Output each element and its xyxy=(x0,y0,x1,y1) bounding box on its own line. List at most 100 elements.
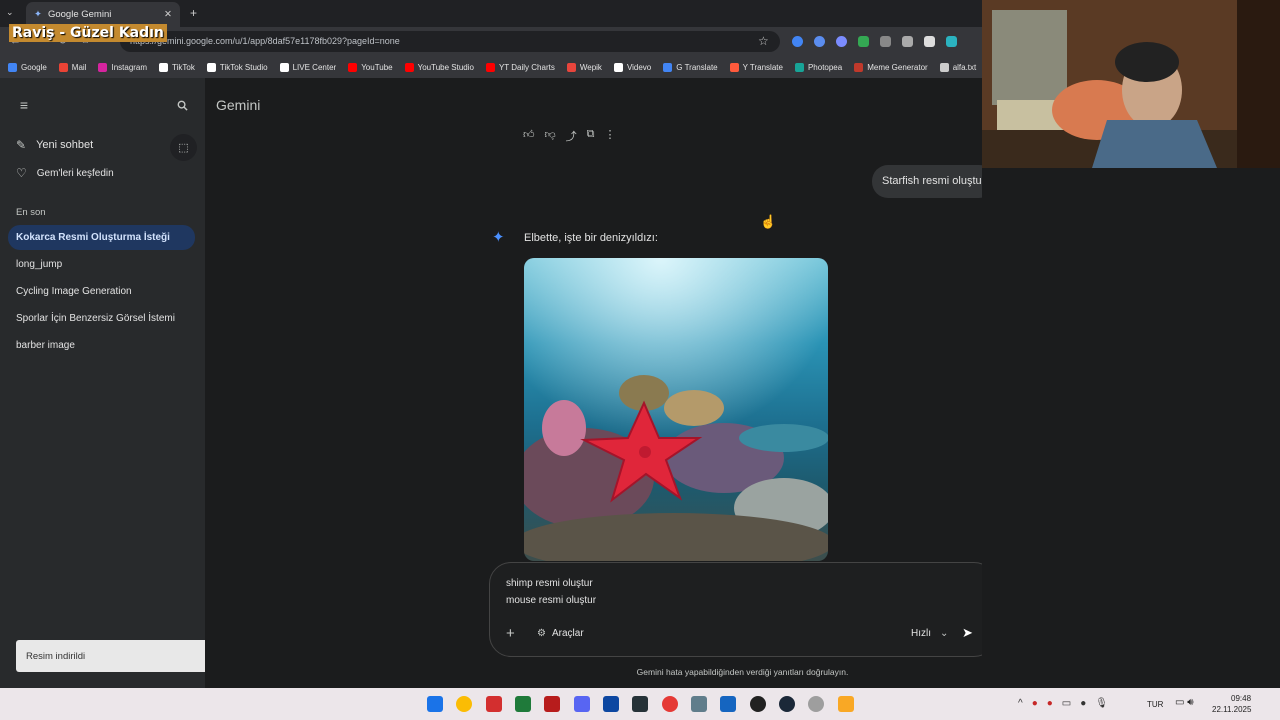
bookmark-label: Instagram xyxy=(111,62,148,72)
bookmark-label: G Translate xyxy=(676,62,718,72)
tools-label: Araçlar xyxy=(551,628,584,639)
bookmark-item[interactable]: Mail xyxy=(58,62,87,72)
app-taskbar-icon-5[interactable] xyxy=(808,696,824,712)
steam-taskbar-icon[interactable] xyxy=(779,696,795,712)
webcam-overlay xyxy=(982,0,1280,168)
bookmark-item[interactable]: Y Translate xyxy=(729,62,783,72)
sidebar-item-barber[interactable]: barber image xyxy=(8,333,195,358)
bookmark-item[interactable]: TikTok Studio xyxy=(206,62,268,72)
bookmark-favicon-icon xyxy=(58,62,68,72)
bookmark-label: Wepik xyxy=(579,62,602,72)
bookmark-item[interactable]: Instagram xyxy=(98,62,148,72)
bookmark-item[interactable]: G Translate xyxy=(663,62,718,72)
vivaldi-taskbar-icon[interactable] xyxy=(486,696,502,712)
clock-time[interactable]: 09:48 xyxy=(1231,694,1251,703)
bookmark-item[interactable]: Wepik xyxy=(566,62,602,72)
bookmark-label: YouTube Studio xyxy=(417,62,474,72)
bookmarks-bar: Google Mail Instagram TikTok TikTok Studio LI… xyxy=(0,56,982,78)
prompt-line-2: mouse resmi oluştur xyxy=(506,595,597,606)
bookmark-item[interactable]: Meme Generator xyxy=(854,62,928,72)
bookmark-label: TikTok xyxy=(172,62,195,72)
clock-date[interactable]: 22.11.2025 xyxy=(1212,705,1251,714)
app-taskbar-icon-2[interactable] xyxy=(603,696,619,712)
bookmark-label: Photopea xyxy=(807,62,843,72)
bookmark-label: alfa.txt xyxy=(952,62,977,72)
bookmark-favicon-icon xyxy=(8,62,17,72)
prompt-input-box[interactable]: shimp resmi oluştur mouse resmi oluştur … xyxy=(489,562,996,657)
thumbs-down-icon[interactable]: 👎︎ xyxy=(545,128,556,144)
sidebar-item-kokarca[interactable]: Kokarca Resmi Oluşturma İsteği xyxy=(8,225,195,250)
bookmark-item[interactable]: YouTube xyxy=(348,62,393,72)
send-button[interactable]: ➤ xyxy=(962,625,973,641)
bookmark-item[interactable]: alfa.txt xyxy=(939,62,977,72)
bookmark-label: Meme Generator xyxy=(867,62,928,72)
recent-heading: En son xyxy=(16,207,46,218)
bookmark-favicon-icon xyxy=(729,62,739,72)
new-tab-icon[interactable]: + xyxy=(190,6,197,20)
tools-button[interactable]: ⚙ Araçlar xyxy=(537,628,584,639)
temporary-chat-icon[interactable]: ⬚ xyxy=(170,134,197,161)
sidebar: ≡ ✎ Yeni sohbet ⬚ ♡ Gem'leri keşfedin En… xyxy=(0,78,205,688)
menu-icon[interactable]: ≡ xyxy=(14,96,34,114)
app-taskbar-icon-1[interactable] xyxy=(515,696,531,712)
edit-icon: ✎ xyxy=(16,138,27,152)
browser-tab-bar: ⌄ ✦ Google Gemini ✕ + xyxy=(0,0,982,27)
sidebar-item-sporlar[interactable]: Sporlar İçin Benzersiz Görsel İstemi xyxy=(8,306,195,331)
extension-icons[interactable] xyxy=(792,36,957,47)
close-tab-icon[interactable]: ✕ xyxy=(164,9,172,20)
file-explorer-taskbar-icon[interactable] xyxy=(838,696,854,712)
share-icon[interactable]: ⤴ xyxy=(566,128,577,144)
bookmark-item[interactable]: Google xyxy=(8,62,47,72)
chrome-taskbar-icon[interactable] xyxy=(456,696,472,712)
gemini-sparkle-icon: ✦ xyxy=(492,229,505,246)
bookmark-item[interactable]: TikTok xyxy=(159,62,195,72)
url-field[interactable]: https://gemini.google.com/u/1/app/8daf57… xyxy=(120,31,780,52)
bookmark-favicon-icon xyxy=(279,62,289,72)
bookmark-label: LIVE Center xyxy=(292,62,337,72)
model-mode-dropdown[interactable]: Hızlı ⌄ xyxy=(911,628,948,639)
bookmark-item[interactable]: LIVE Center xyxy=(279,62,337,72)
right-empty-area xyxy=(982,168,1280,688)
tray-icons[interactable]: ^ ● ● ▭ ● 🎙︎ xyxy=(1018,698,1108,709)
bookmark-label: Mail xyxy=(71,62,87,72)
bookmark-star-icon[interactable]: ☆ xyxy=(758,34,769,48)
app-taskbar-icon-3[interactable] xyxy=(632,696,648,712)
youtube-taskbar-icon[interactable] xyxy=(662,696,678,712)
bookmark-favicon-icon xyxy=(854,62,864,72)
new-chat-label: Yeni sohbet xyxy=(36,139,94,151)
sidebar-item-long-jump[interactable]: long_jump xyxy=(8,252,195,277)
copy-icon[interactable]: ⧉ xyxy=(587,128,595,144)
sidebar-item-cycling[interactable]: Cycling Image Generation xyxy=(8,279,195,304)
song-overlay-label: Raviş - Güzel Kadın xyxy=(9,24,167,42)
filezilla-taskbar-icon[interactable] xyxy=(544,696,560,712)
bookmark-item[interactable]: Photopea xyxy=(794,62,843,72)
explore-gems-link[interactable]: ♡ Gem'leri keşfedin xyxy=(16,166,114,180)
language-indicator[interactable]: TUR xyxy=(1147,700,1163,709)
bookmark-item[interactable]: YouTube Studio xyxy=(404,62,474,72)
bookmark-favicon-icon xyxy=(613,62,623,72)
app-title: Gemini xyxy=(216,97,261,113)
response-actions: 👍︎ 👎︎ ⤴ ⧉ ⋮ xyxy=(523,128,616,144)
bookmark-item[interactable]: Videvo xyxy=(613,62,651,72)
bookmark-favicon-icon xyxy=(794,62,804,72)
prompt-line-1: shimp resmi oluştur xyxy=(506,578,593,589)
bookmark-favicon-icon xyxy=(485,62,495,72)
search-icon[interactable] xyxy=(172,96,192,114)
generated-starfish-image[interactable] xyxy=(524,258,828,561)
tab-search-icon[interactable]: ⌄ xyxy=(6,7,14,18)
more-options-icon[interactable]: ⋮ xyxy=(605,128,616,144)
obs-taskbar-icon[interactable] xyxy=(750,696,766,712)
discord-taskbar-icon[interactable] xyxy=(574,696,590,712)
mouse-cursor-icon: ☝ xyxy=(760,214,777,229)
bookmark-item[interactable]: YT Daily Charts xyxy=(485,62,555,72)
windows-start-icon[interactable] xyxy=(427,696,443,712)
app-taskbar-icon-4[interactable] xyxy=(691,696,707,712)
outlook-taskbar-icon[interactable] xyxy=(720,696,736,712)
bookmark-favicon-icon xyxy=(159,62,169,72)
add-file-button[interactable]: + xyxy=(506,625,515,642)
new-chat-button[interactable]: ✎ Yeni sohbet xyxy=(16,138,93,152)
bookmark-favicon-icon xyxy=(404,62,414,72)
network-volume-icons[interactable]: ▭ 🔊︎ xyxy=(1175,697,1194,708)
bookmark-favicon-icon xyxy=(566,62,576,72)
thumbs-up-icon[interactable]: 👍︎ xyxy=(523,128,535,144)
